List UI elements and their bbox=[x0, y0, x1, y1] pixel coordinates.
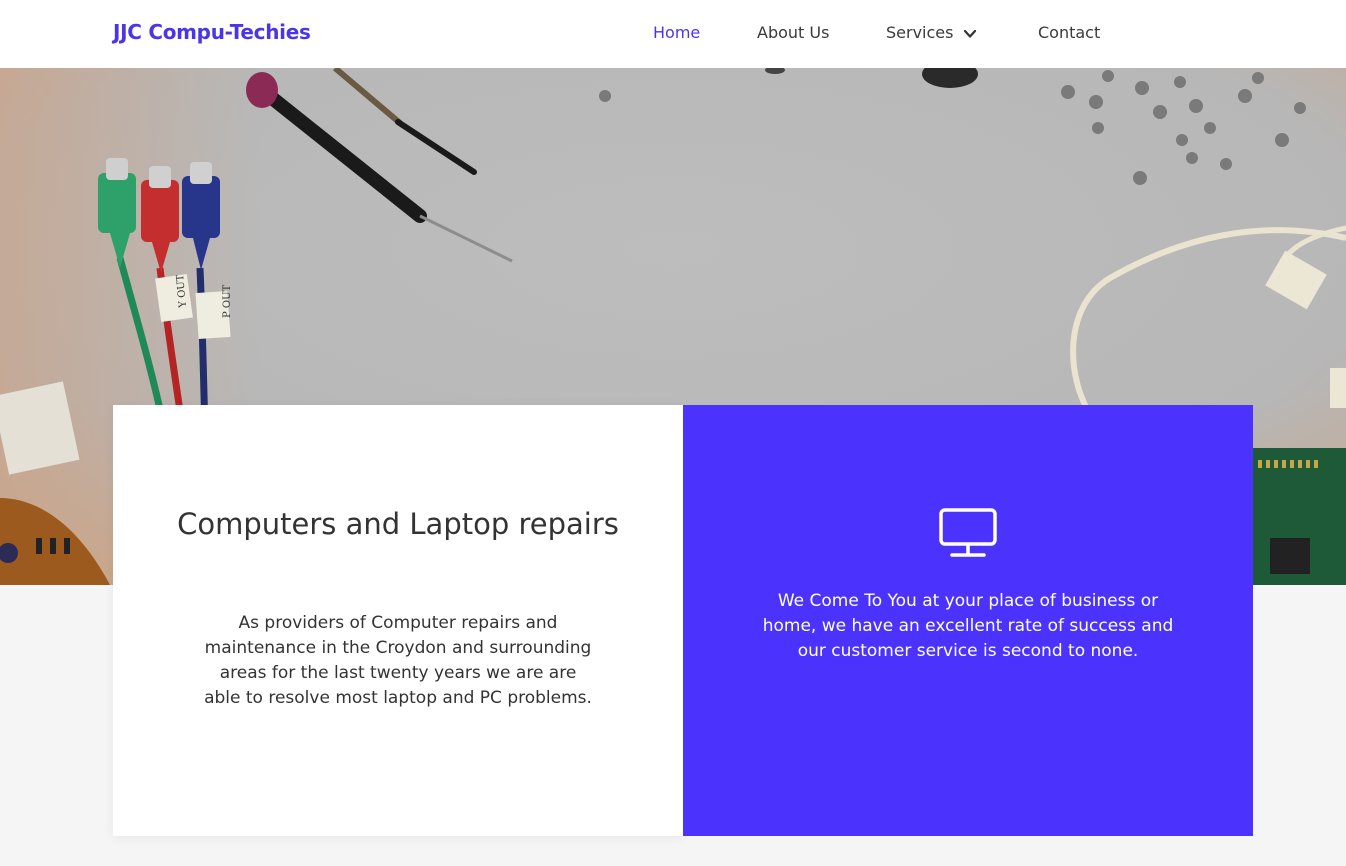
feature-onsite-description: We Come To You at your place of business… bbox=[762, 591, 1174, 661]
feature-card-onsite: We Come To You at your place of business… bbox=[683, 405, 1253, 836]
feature-card-repairs: Computers and Laptop repairs As provider… bbox=[113, 405, 683, 836]
feature-description: As providers of Computer repairs and mai… bbox=[204, 613, 592, 708]
circuit-board bbox=[1252, 448, 1346, 585]
site-header: JJC Compu-Techies Home About Us Services… bbox=[0, 0, 1346, 68]
feature-title: Computers and Laptop repairs bbox=[177, 507, 619, 541]
main-nav: Home About Us Services Contact bbox=[0, 23, 1346, 47]
nav-contact[interactable]: Contact bbox=[1038, 23, 1100, 42]
nav-about-us[interactable]: About Us bbox=[757, 23, 829, 42]
chevron-down-icon[interactable] bbox=[962, 26, 978, 42]
nav-services[interactable]: Services bbox=[886, 23, 953, 42]
cable-label-p: P OUT bbox=[222, 284, 233, 318]
nav-home[interactable]: Home bbox=[653, 23, 700, 42]
monitor-icon bbox=[939, 508, 997, 557]
